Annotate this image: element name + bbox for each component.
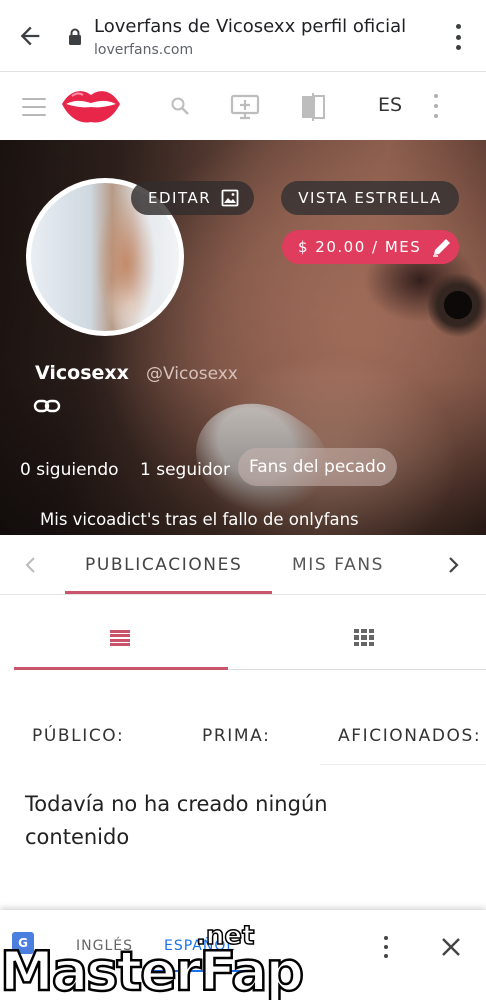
chevron-right-icon[interactable] xyxy=(446,556,460,574)
profile-cover: EDITAR VISTA ESTRELLA $ 20.00 / MES Vico… xyxy=(0,140,486,535)
browser-toolbar: Loverfans de Vicosexx perfil oficial lov… xyxy=(0,0,486,72)
profile-tabs: PUBLICACIONES MIS FANS xyxy=(0,535,486,595)
monitor-add-icon[interactable] xyxy=(230,94,260,120)
edit-button[interactable]: EDITAR xyxy=(131,181,254,215)
fan-group-tag[interactable]: Fans del pecado xyxy=(238,448,398,486)
app-menu-icon[interactable] xyxy=(432,94,440,118)
view-toggle xyxy=(14,612,486,670)
edit-button-label: EDITAR xyxy=(148,189,212,207)
profile-handle: @Vicosexx xyxy=(146,364,238,384)
lock-icon xyxy=(69,28,81,45)
profile-bio: Mis vicoadict's tras el fallo de onlyfan… xyxy=(40,510,359,529)
link-icon[interactable] xyxy=(33,398,61,414)
translate-menu-icon[interactable] xyxy=(383,936,389,958)
pencil-icon xyxy=(433,239,451,257)
search-icon[interactable] xyxy=(170,96,190,116)
tab-my-fans[interactable]: MIS FANS xyxy=(292,555,384,575)
star-view-label: VISTA ESTRELLA xyxy=(298,189,442,207)
followers-count[interactable]: 1 seguidor xyxy=(140,460,230,480)
price-label: $ 20.00 / MES xyxy=(298,238,422,256)
close-icon[interactable] xyxy=(440,936,462,958)
page-title[interactable]: Loverfans de Vicosexx perfil oficial xyxy=(94,16,406,37)
grid-view-icon[interactable] xyxy=(354,629,374,646)
page-url[interactable]: loverfans.com xyxy=(94,42,193,58)
filter-public[interactable]: PÚBLICO: xyxy=(32,726,124,746)
tab-publications[interactable]: PUBLICACIONES xyxy=(85,555,242,575)
browser-menu-icon[interactable] xyxy=(448,24,468,50)
watermark-text: MasterFap xyxy=(0,940,303,1000)
back-arrow-icon[interactable] xyxy=(16,22,44,50)
filter-premium[interactable]: PRIMA: xyxy=(202,726,270,746)
image-edit-icon xyxy=(221,189,239,207)
language-selector[interactable]: ES xyxy=(378,94,402,116)
chevron-left-icon[interactable] xyxy=(24,556,38,574)
filter-fans[interactable]: AFICIONADOS: xyxy=(338,726,481,746)
watermark-logo: .net MasterFap xyxy=(0,922,306,1000)
following-count[interactable]: 0 siguiendo xyxy=(20,460,119,480)
app-toolbar: ES xyxy=(0,72,486,140)
empty-content-message: Todavía no ha creado ningún contenido xyxy=(25,792,328,849)
star-view-button[interactable]: VISTA ESTRELLA xyxy=(281,181,459,215)
compare-icon[interactable] xyxy=(300,92,326,122)
divider xyxy=(320,764,486,765)
subscription-price-button[interactable]: $ 20.00 / MES xyxy=(282,230,459,264)
list-view-icon[interactable] xyxy=(110,630,130,646)
active-view-indicator xyxy=(14,667,228,670)
lips-logo[interactable] xyxy=(60,82,122,126)
profile-name: Vicosexx xyxy=(35,362,129,384)
hamburger-menu-icon[interactable] xyxy=(22,98,46,116)
active-tab-indicator xyxy=(65,591,272,594)
